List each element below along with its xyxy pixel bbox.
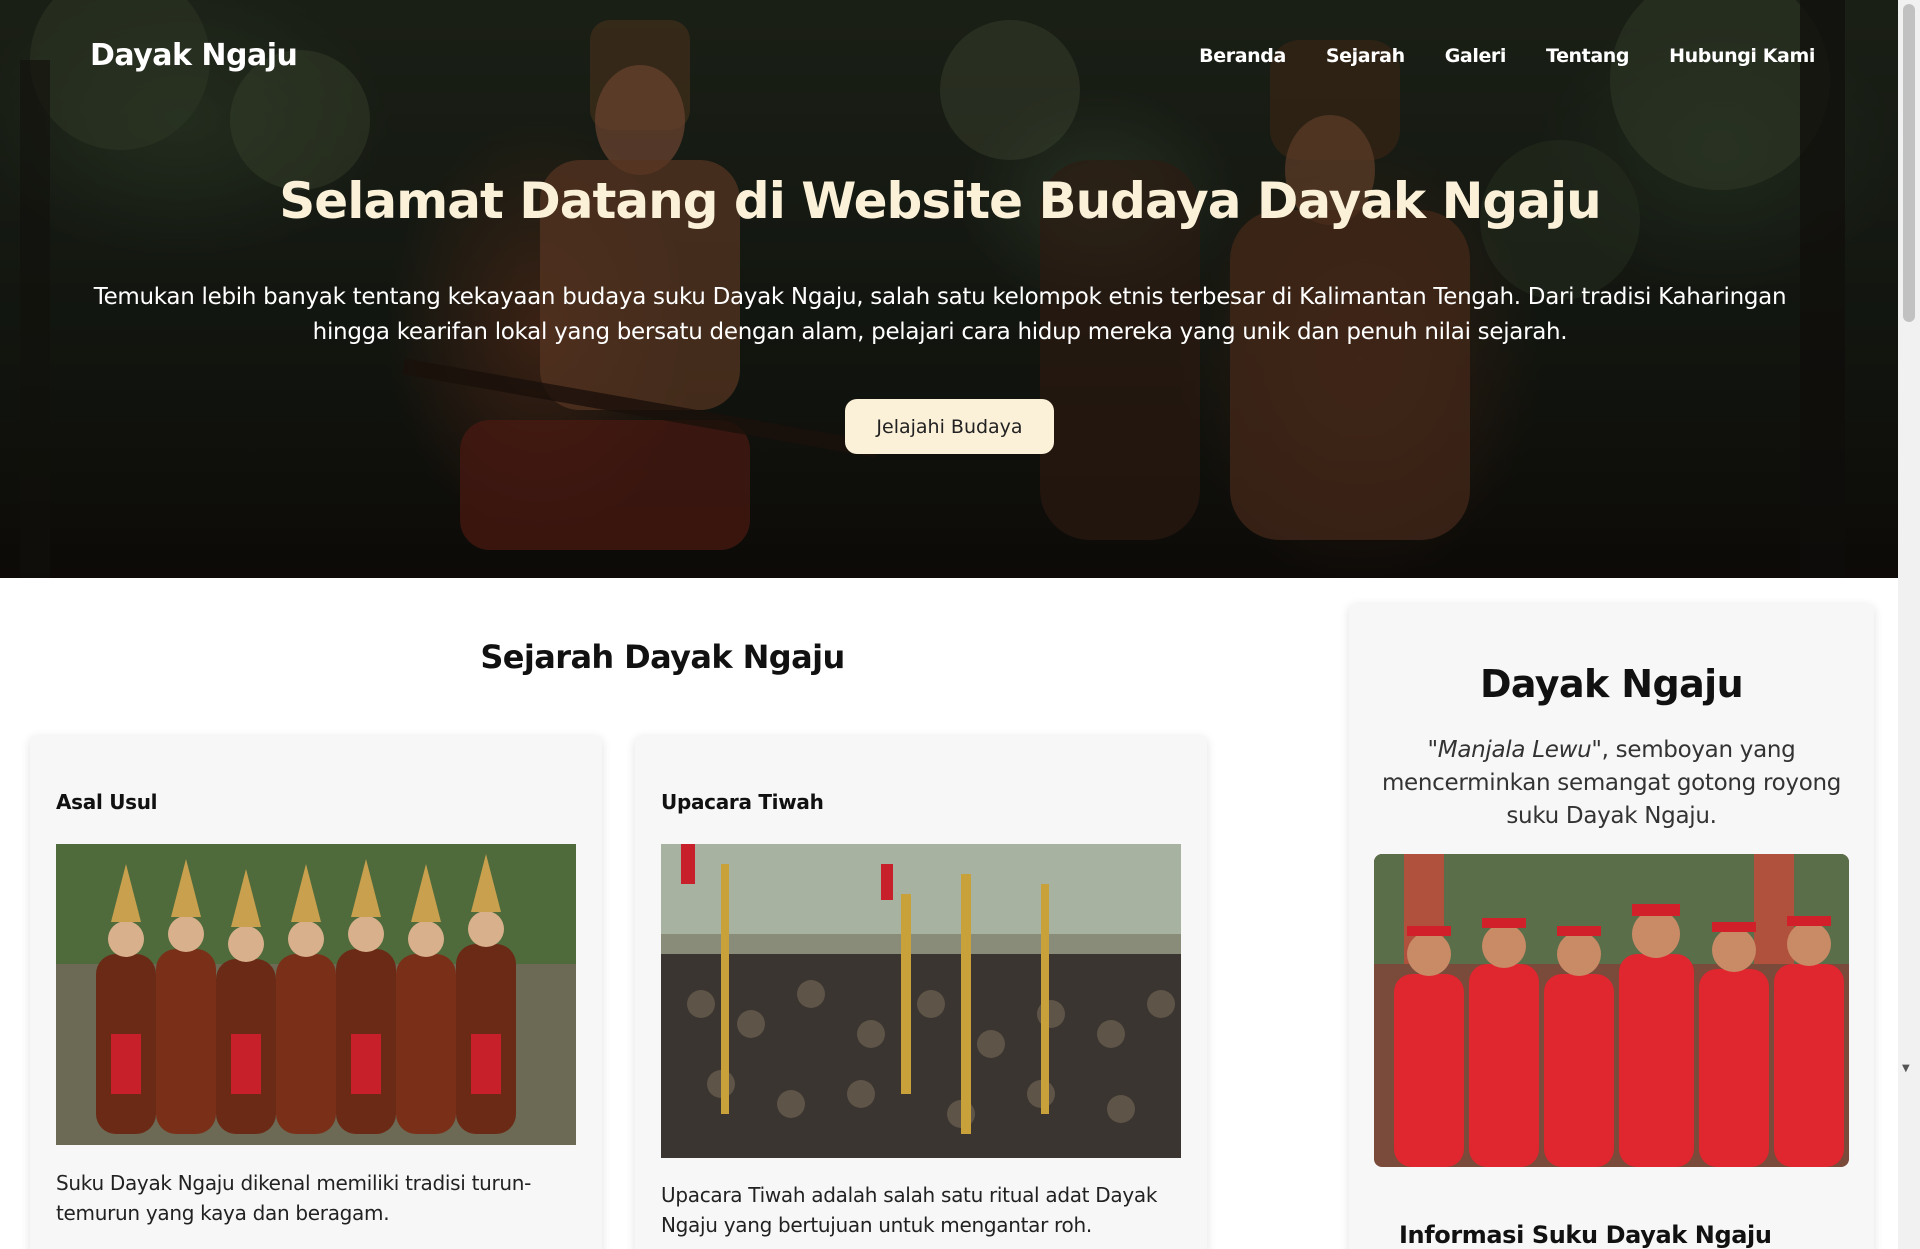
hero-description-line-1: Temukan lebih banyak tentang kekayaan bu… <box>93 284 1787 310</box>
explore-culture-button[interactable]: Jelajahi Budaya <box>845 399 1054 454</box>
warriors-photo <box>1374 854 1849 1167</box>
nav-tentang[interactable]: Tentang <box>1546 45 1629 67</box>
sidebar-motto: "Manjala Lewu", semboyan yang mencermink… <box>1379 734 1844 833</box>
card-title: Asal Usul <box>56 790 158 814</box>
hero-title: Selamat Datang di Website Budaya Dayak N… <box>279 172 1601 230</box>
hero-description-line-2: hingga kearifan lokal yang bersatu denga… <box>312 319 1568 345</box>
motto-quote: "Manjala Lewu" <box>1427 737 1602 763</box>
card-title: Upacara Tiwah <box>661 790 824 814</box>
tiwah-ceremony-photo <box>661 844 1181 1158</box>
page-scrollbar[interactable]: ▼ <box>1898 0 1920 1249</box>
hero-description: Temukan lebih banyak tentang kekayaan bu… <box>40 280 1840 350</box>
sidebar-title: Dayak Ngaju <box>1479 662 1744 706</box>
nav-beranda[interactable]: Beranda <box>1199 45 1286 67</box>
main-nav: Beranda Sejarah Galeri Tentang Hubungi K… <box>1199 45 1815 67</box>
scrollbar-thumb[interactable] <box>1903 4 1915 322</box>
dancers-photo <box>56 844 576 1145</box>
sidebar-info-panel: Dayak Ngaju "Manjala Lewu", semboyan yan… <box>1349 604 1874 1249</box>
history-section-title: Sejarah Dayak Ngaju <box>480 638 845 676</box>
nav-sejarah[interactable]: Sejarah <box>1326 45 1405 67</box>
card-asal-usul: Asal Usul Suku Dayak Ngaju dikenal memil… <box>30 736 602 1249</box>
card-text: Upacara Tiwah adalah salah satu ritual a… <box>661 1183 1158 1237</box>
nav-galeri[interactable]: Galeri <box>1445 45 1507 67</box>
card-upacara-tiwah: Upacara Tiwah Upacara Tiwah adalah salah… <box>635 736 1207 1249</box>
nav-hubungi-kami[interactable]: Hubungi Kami <box>1669 45 1815 67</box>
site-logo[interactable]: Dayak Ngaju <box>90 38 298 73</box>
card-text: Suku Dayak Ngaju dikenal memiliki tradis… <box>56 1171 532 1225</box>
hero-banner: Dayak Ngaju Beranda Sejarah Galeri Tenta… <box>0 0 1898 578</box>
scroll-down-arrow-icon[interactable]: ▼ <box>1902 1063 1910 1074</box>
info-heading: Informasi Suku Dayak Ngaju <box>1399 1221 1772 1249</box>
